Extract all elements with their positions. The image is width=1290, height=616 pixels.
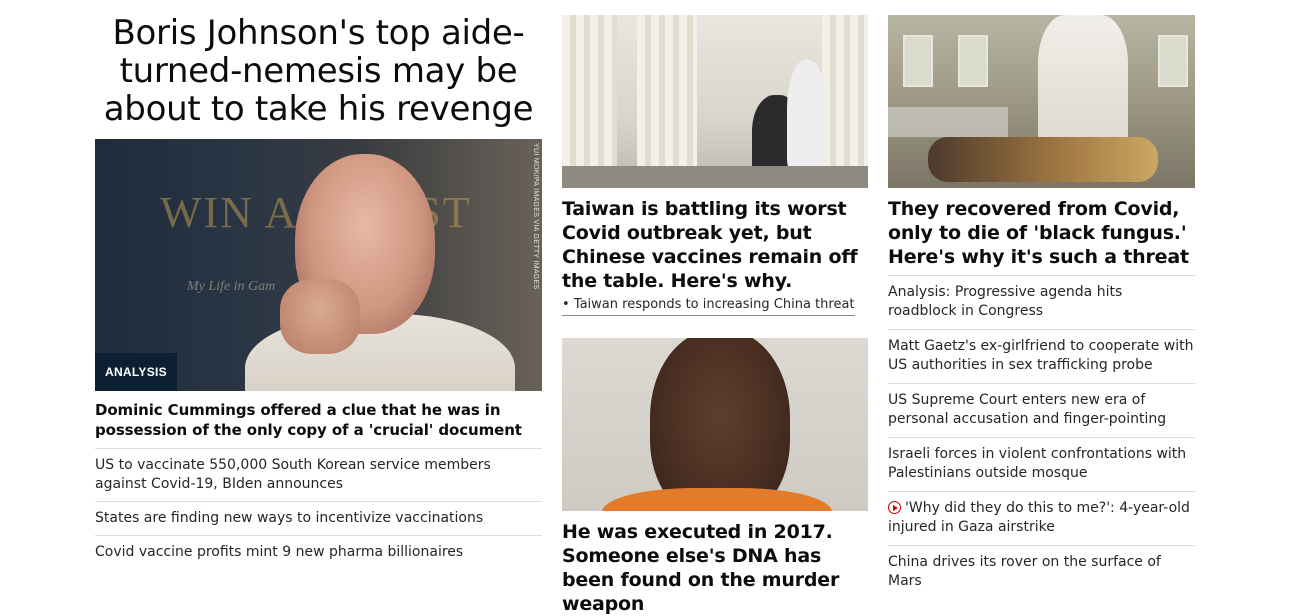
related-link[interactable]: US to vaccinate 550,000 South Korean ser… (95, 449, 542, 502)
taiwan-story-title[interactable]: Taiwan is battling its worst Covid outbr… (562, 197, 868, 293)
patient-figure (928, 137, 1158, 182)
headline-link[interactable]: Israeli forces in violent confrontations… (888, 437, 1195, 491)
lead-story-column: Boris Johnson's top aide-turned-nemesis … (95, 14, 542, 569)
taiwan-sub-link[interactable]: • Taiwan responds to increasing China th… (562, 296, 855, 316)
health-worker (787, 60, 827, 170)
clinic-curtain (822, 15, 868, 188)
headline-links: Analysis: Progressive agenda hits roadbl… (888, 275, 1195, 599)
analysis-badge: ANALYSIS (95, 353, 177, 391)
ward-window (903, 35, 933, 87)
headline-link[interactable]: Analysis: Progressive agenda hits roadbl… (888, 275, 1195, 329)
ward-window (958, 35, 988, 87)
lead-story-caption[interactable]: Dominic Cummings offered a clue that he … (95, 400, 542, 449)
book-cover-subtext: My Life in Gam (187, 279, 276, 294)
headline-link[interactable]: China drives its rover on the surface of… (888, 545, 1195, 599)
headline-link[interactable]: US Supreme Court enters new era of perso… (888, 383, 1195, 437)
clinic-floor (562, 166, 868, 188)
execution-story-title[interactable]: He was executed in 2017. Someone else's … (562, 520, 868, 616)
play-icon (888, 501, 901, 514)
clinic-curtain (562, 15, 617, 188)
black-fungus-story-image[interactable] (888, 15, 1195, 188)
video-link-text: 'Why did they do this to me?': 4-year-ol… (888, 500, 1190, 535)
hospital-bed (888, 107, 1008, 137)
subject-hand (280, 279, 360, 354)
related-link[interactable]: Covid vaccine profits mint 9 new pharma … (95, 536, 542, 569)
middle-story-column: Taiwan is battling its worst Covid outbr… (562, 15, 868, 616)
mugshot-face (650, 338, 790, 511)
related-link[interactable]: States are finding new ways to incentivi… (95, 502, 542, 536)
right-story-column: They recovered from Covid, only to die o… (888, 15, 1195, 599)
black-fungus-story-title[interactable]: They recovered from Covid, only to die o… (888, 197, 1195, 269)
lead-story-image[interactable]: WIN AGAINST My Life in Gam YUI MOK/PA IM… (95, 139, 542, 391)
clinic-curtain (637, 15, 697, 188)
taiwan-story-image[interactable] (562, 15, 868, 188)
photo-credit: YUI MOK/PA IMAGES VIA GETTY IMAGES (532, 143, 539, 290)
headline-link[interactable]: Matt Gaetz's ex-girlfriend to cooperate … (888, 329, 1195, 383)
related-links: US to vaccinate 550,000 South Korean ser… (95, 449, 542, 569)
execution-story-image[interactable] (562, 338, 868, 511)
lead-headline[interactable]: Boris Johnson's top aide-turned-nemesis … (95, 14, 542, 128)
mugshot-shirt (602, 488, 832, 511)
headline-link-video[interactable]: 'Why did they do this to me?': 4-year-ol… (888, 491, 1195, 545)
ward-window (1158, 35, 1188, 87)
